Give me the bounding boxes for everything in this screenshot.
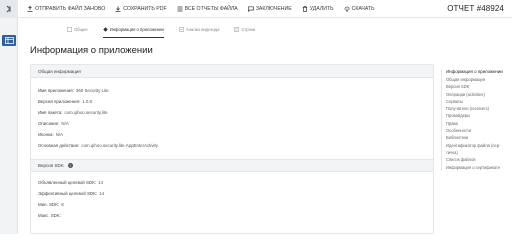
tab-general[interactable]: Общее (67, 24, 88, 38)
row-label: Описание: (38, 121, 60, 126)
tab-app-info-label: Информация о приложении (109, 27, 164, 32)
nav-item-file-list[interactable]: Список файлов (446, 156, 512, 163)
trash-icon (302, 5, 307, 12)
row-label: Объявленный целевой SDK: (38, 180, 97, 185)
sdk-row: Мин. SDK: 8 (31, 199, 433, 210)
nav-item-activities[interactable]: Операции (activities) (446, 91, 512, 98)
list-icon (177, 6, 183, 11)
nav-item-features[interactable]: Особенности (446, 127, 512, 134)
code-icon (178, 27, 184, 32)
toolbar: ОТПРАВИТЬ ФАЙЛ ЗАНОВО СОХРАНИТЬ PDF ВСЕ … (18, 0, 512, 18)
row-value: com.qihoo.security.lite (64, 110, 108, 115)
nav-item-libraries[interactable]: Библиотеки (446, 134, 512, 141)
row-label: Мин. SDK: (38, 202, 60, 207)
nav-item-certificate[interactable]: Информация о сертификате (446, 164, 512, 171)
general-info-title: Общая информация (38, 68, 81, 74)
save-pdf-button[interactable]: СОХРАНИТЬ PDF (115, 5, 167, 12)
upload-icon (27, 5, 33, 12)
nav-item-providers[interactable]: Провайдеры (446, 112, 512, 119)
section-nav-title: Информация о приложении (446, 69, 503, 74)
sdk-row: Объявленный целевой SDK: 14 (31, 177, 433, 188)
chat-icon (247, 5, 254, 12)
conclusion-label: ЗАКЛЮЧЕНИЕ (255, 5, 292, 12)
app-icon (103, 27, 108, 32)
nav-item-permissions[interactable]: Права (446, 120, 512, 127)
row-value: 14 (98, 180, 104, 185)
row-label: Иконка: (38, 132, 54, 137)
row-label: Версия приложения: (38, 99, 81, 104)
nav-item-file-id[interactable]: Идентификатор файла (сер- (446, 142, 512, 149)
info-row: Основная действие: com.qihoo.security.lit… (31, 140, 433, 151)
rail-toggle[interactable] (0, 0, 18, 18)
left-rail (0, 0, 18, 234)
report-title: ОТЧЕТ #48924 (447, 4, 504, 13)
all-reports-button[interactable]: ВСЕ ОТЧЕТЫ ФАЙЛА (177, 6, 238, 12)
save-pdf-label: СОХРАНИТЬ PDF (123, 5, 167, 12)
row-label: Имя приложения: (38, 88, 74, 93)
sdk-row: Эффективный целевой SDK: 14 (31, 188, 433, 199)
page-title: Информация о приложении (30, 45, 153, 56)
row-value: 14 (99, 191, 105, 196)
sdk-version-title: Версия SDK (38, 163, 64, 168)
resend-file-label: ОТПРАВИТЬ ФАЙЛ ЗАНОВО (35, 5, 106, 12)
resend-file-button[interactable]: ОТПРАВИТЬ ФАЙЛ ЗАНОВО (27, 5, 106, 12)
help-icon[interactable]: ? (67, 163, 73, 168)
tab-bytecode-label: Анализ индекода (185, 27, 220, 32)
row-value: com.qihoo.security.lite.AppEnterActivity (81, 143, 158, 148)
download-label: СКАЧАТЬ (351, 5, 375, 12)
nav-item-sdk-version[interactable]: Версия SDK (446, 83, 512, 90)
tab-strings-label: Строки (241, 27, 256, 32)
delete-label: УДАЛИТЬ (309, 5, 334, 12)
cloud-download-icon (344, 6, 350, 12)
table-icon (4, 37, 14, 44)
tab-strings[interactable]: Строки (234, 24, 255, 38)
info-row: Описание: N/A (31, 118, 433, 129)
info-row: Имя приложения: 360 Security Lite (31, 85, 433, 96)
tab-app-info[interactable]: Информация о приложении (102, 24, 164, 38)
sdk-row: Макс. SDK: (31, 210, 433, 221)
row-value: N/A (55, 132, 64, 137)
app-info-panel: Общая информация Имя приложения: 360 Secu… (30, 64, 434, 234)
general-info-header: Общая информация (31, 65, 433, 78)
tab-general-label: Общее (74, 27, 88, 32)
download-button[interactable]: СКАЧАТЬ (344, 6, 375, 12)
info-row: Версия приложения: 1.0.8 (31, 96, 433, 107)
delete-button[interactable]: УДАЛИТЬ (302, 6, 334, 12)
nav-item-general-info[interactable]: Общая информация (446, 76, 512, 83)
conclusion-button[interactable]: ЗАКЛЮЧЕНИЕ (247, 5, 292, 12)
row-label: Эффективный целевой SDK: (38, 191, 98, 196)
rail-report-button[interactable] (2, 35, 16, 46)
row-value: 8 (61, 202, 64, 207)
info-row: Имя пакета: com.qihoo.security.lite (31, 107, 433, 118)
row-value: N/A (61, 121, 69, 126)
row-label: Основная действие: (38, 143, 80, 148)
tab-bar: Общее Информация о приложении Анализ инд… (18, 24, 512, 38)
nav-item-file-id-cont[interactable]: тичка) (446, 149, 512, 156)
info-row: Иконка: N/A (31, 129, 433, 140)
row-value: 1.0.8 (82, 99, 92, 104)
expand-icon (6, 5, 11, 13)
section-navigation: Информация о приложении Общая информация… (441, 69, 512, 171)
download-icon (115, 6, 121, 12)
row-label: Имя пакета: (38, 110, 63, 115)
all-reports-label: ВСЕ ОТЧЕТЫ ФАЙЛА (184, 5, 238, 12)
row-value: 360 Security Lite (75, 88, 109, 93)
nav-item-receivers[interactable]: Получатели (receivers) (446, 105, 512, 112)
row-label: Макс. SDK: (38, 213, 62, 218)
tab-bytecode-analysis[interactable]: Анализ индекода (178, 24, 220, 38)
strings-icon (234, 27, 240, 32)
info-icon (67, 27, 72, 32)
sdk-version-header: Версия SDK ? (31, 159, 433, 172)
nav-item-services[interactable]: Сервисы (446, 98, 512, 105)
